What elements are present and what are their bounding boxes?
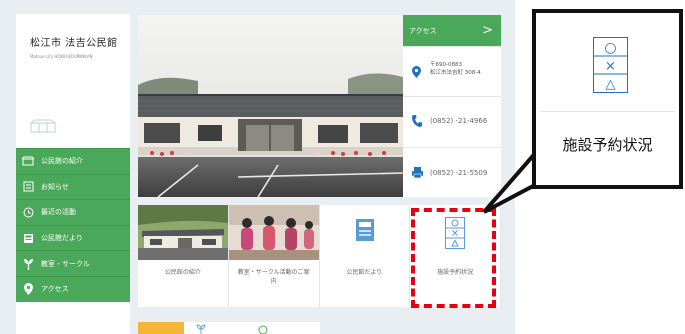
hall-thumbnail xyxy=(138,205,228,260)
card-newsletter[interactable]: 公民館だより xyxy=(319,205,411,307)
address-row: 〒690-0883 松江市法吉町 308-4 xyxy=(403,46,501,96)
site-title: 松江市 法吉公民館 xyxy=(30,38,118,49)
site-brand[interactable]: 松江市 法吉公民館 Matsue city HOKKI KOUMINKAN xyxy=(16,14,130,148)
nav-item-circles[interactable]: 教室・サークル xyxy=(16,250,130,276)
website-screenshot: 松江市 法吉公民館 Matsue city HOKKI KOUMINKAN 公民… xyxy=(0,0,515,334)
nav-label: 教室・サークル xyxy=(41,259,90,268)
callout-label: 施設予約状況 xyxy=(562,136,653,154)
building-icon xyxy=(22,155,34,167)
tab[interactable] xyxy=(244,322,320,334)
postal-code: 〒690-0883 xyxy=(430,62,462,68)
clock-icon xyxy=(22,206,34,218)
map-pin-icon xyxy=(22,283,34,296)
fax-row: (0852) -21-5509 xyxy=(403,146,501,197)
card-label: 公民館の紹介 xyxy=(164,269,201,276)
sidebar: 松江市 法吉公民館 Matsue city HOKKI KOUMINKAN 公民… xyxy=(16,14,130,334)
nav-item-about[interactable]: 公民館の紹介 xyxy=(16,148,130,174)
reservation-status-icon: ○ × △ xyxy=(593,37,628,93)
map-pin-icon xyxy=(412,66,421,78)
highlight-box xyxy=(411,208,496,308)
card-label: 教室・サークル活動のご案内 xyxy=(237,269,310,285)
newsletter-icon xyxy=(355,219,374,241)
bottom-tab-strip xyxy=(138,322,501,334)
access-header-link[interactable]: アクセス > xyxy=(403,15,501,46)
sprout-icon xyxy=(196,324,206,334)
site-subtitle: Matsue city HOKKI KOUMINKAN xyxy=(30,54,93,59)
symbol-available: ○ xyxy=(604,40,616,56)
sprout-icon xyxy=(22,258,34,270)
nav-label: 最近の活動 xyxy=(41,208,76,217)
fax-number: (0852) -21-5509 xyxy=(430,168,488,177)
nav-item-newsletter[interactable]: 公民館だより xyxy=(16,224,130,251)
access-panel: アクセス > 〒690-0883 松江市法吉町 308-4 (0852) -21… xyxy=(403,15,501,197)
building-logo-icon xyxy=(30,119,56,133)
tel-row[interactable]: (0852) -21-4966 xyxy=(403,96,501,146)
circle-icon xyxy=(258,325,268,334)
symbol-few: △ xyxy=(606,77,616,92)
fax-icon xyxy=(412,166,423,178)
chevron-right-icon: > xyxy=(482,23,493,38)
tab-highlighted[interactable] xyxy=(138,322,184,334)
nav-label: 公民館の紹介 xyxy=(41,157,83,166)
callout-divider xyxy=(540,111,675,112)
tel-number: (0852) -21-4966 xyxy=(430,117,488,126)
card-circles[interactable]: 教室・サークル活動のご案内 xyxy=(228,205,320,307)
symbol-full: × xyxy=(605,59,616,74)
phone-icon xyxy=(412,115,422,128)
nav-item-access[interactable]: アクセス xyxy=(16,275,130,302)
tab[interactable] xyxy=(184,322,244,334)
callout-box: ○ × △ 施設予約状況 xyxy=(532,9,683,189)
notice-icon xyxy=(22,181,34,193)
nav-label: アクセス xyxy=(41,285,69,294)
nav-item-activities[interactable]: 最近の活動 xyxy=(16,199,130,225)
nav-item-news[interactable]: お知らせ xyxy=(16,173,130,200)
newsletter-icon xyxy=(22,232,34,244)
access-heading: アクセス xyxy=(409,26,437,35)
sidebar-nav: 公民館の紹介 お知らせ 最近の活動 公民館だより 教室・サークル アクセス xyxy=(16,148,130,302)
address-text: 松江市法吉町 308-4 xyxy=(430,70,481,76)
nav-label: お知らせ xyxy=(41,182,69,191)
card-about[interactable]: 公民館の紹介 xyxy=(138,205,229,307)
circle-activity-thumbnail xyxy=(228,205,319,260)
nav-label: 公民館だより xyxy=(41,234,83,243)
card-label: 公民館だより xyxy=(346,269,383,276)
hero-photo xyxy=(138,15,403,197)
